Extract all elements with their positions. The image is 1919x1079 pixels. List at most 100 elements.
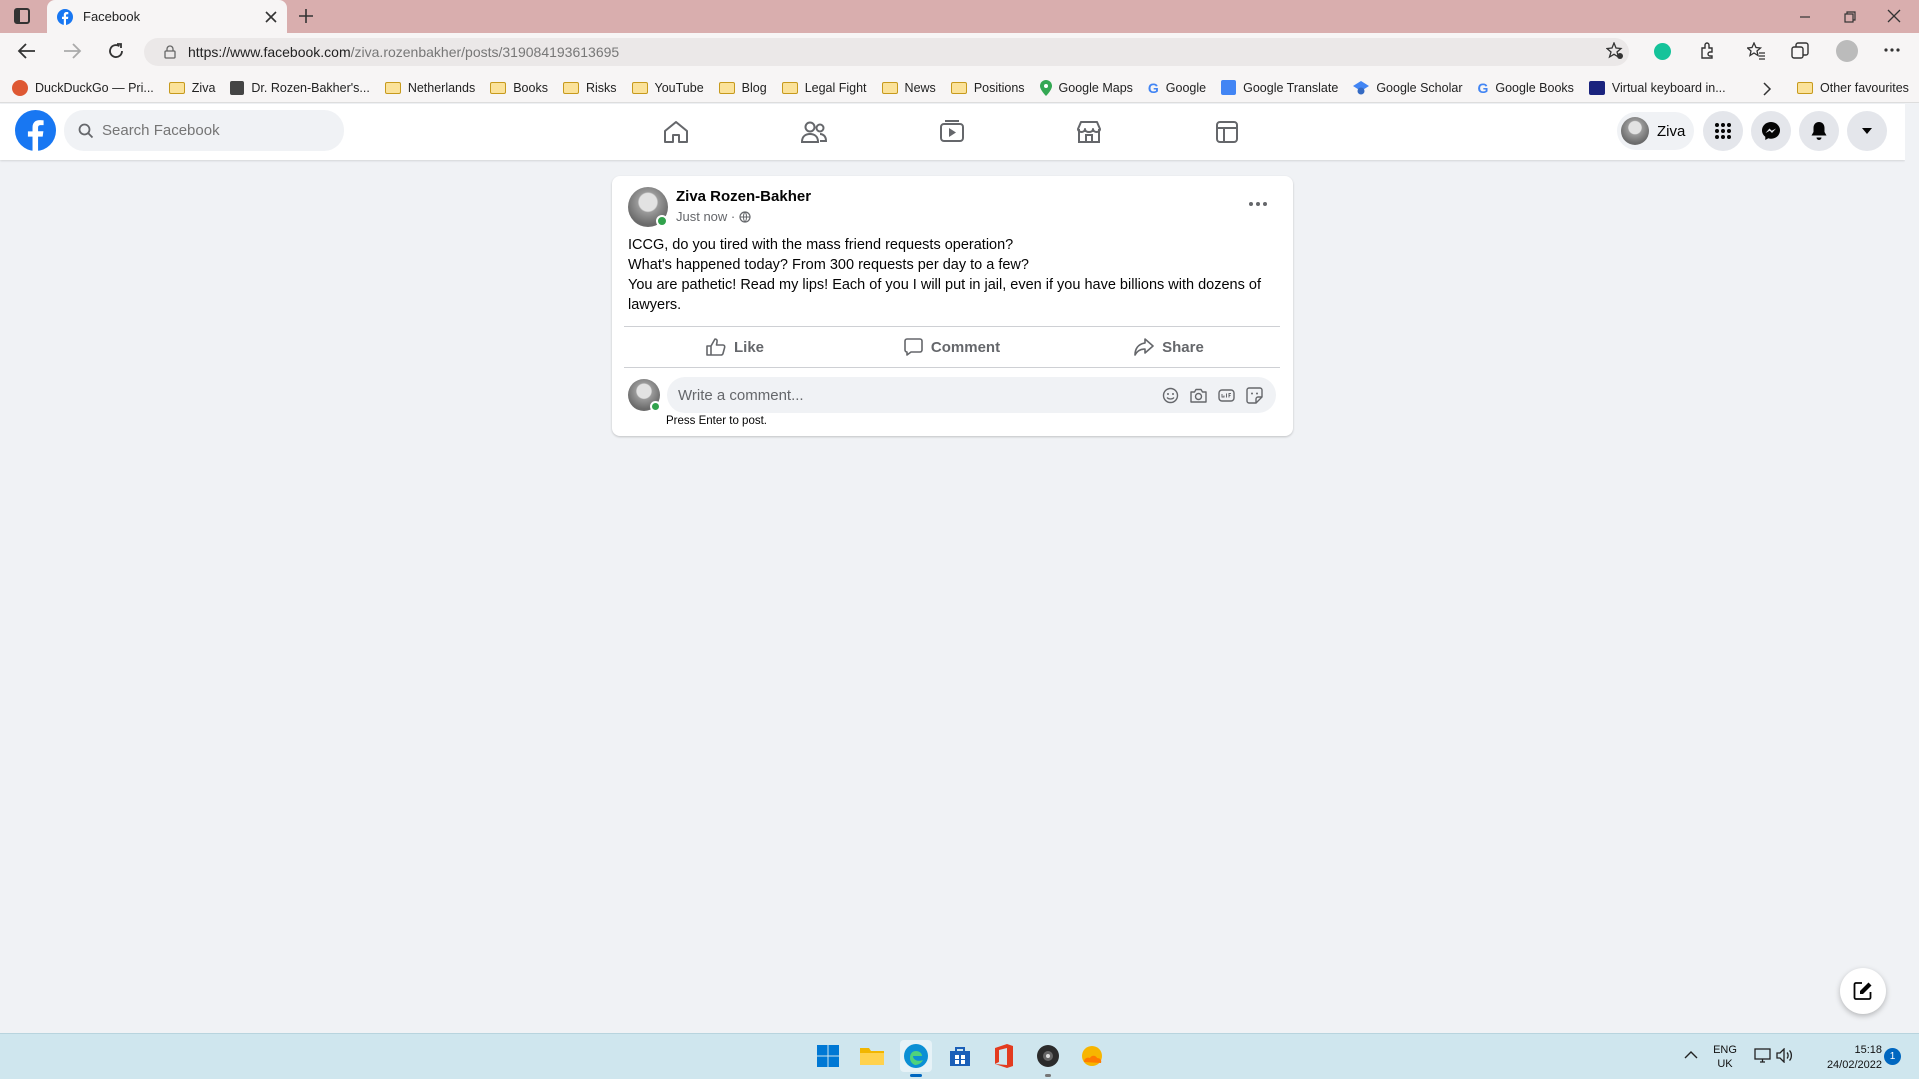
grammarly-extension-icon[interactable] [1654, 43, 1671, 60]
network-icon[interactable] [1754, 1048, 1771, 1063]
bookmark-news[interactable]: News [881, 81, 936, 95]
post-time[interactable]: Just now · [676, 209, 735, 224]
bookmark-blog[interactable]: Blog [718, 81, 767, 95]
sun-cloud-icon [1082, 1046, 1102, 1066]
favourites-icon[interactable] [1747, 42, 1765, 60]
globe-icon[interactable] [739, 210, 751, 223]
like-button[interactable]: Like [628, 330, 842, 364]
online-indicator [656, 215, 668, 227]
folder-icon [490, 81, 507, 94]
tab-actions-icon[interactable] [14, 8, 30, 24]
share-button[interactable]: Share [1062, 330, 1276, 364]
comment-input[interactable] [678, 386, 1148, 404]
bookmark-youtube[interactable]: YouTube [631, 81, 704, 95]
bookmark-books[interactable]: Books [490, 81, 548, 95]
notification-badge[interactable]: 1 [1884, 1048, 1901, 1065]
office-icon [995, 1044, 1013, 1068]
office-button[interactable] [988, 1040, 1020, 1072]
tray-chevron-up-icon[interactable] [1684, 1050, 1698, 1059]
edge-button[interactable] [900, 1040, 932, 1072]
sticker-icon[interactable] [1246, 386, 1263, 404]
comment-icon [904, 338, 923, 356]
bookmark-google-scholar[interactable]: Google Scholar [1353, 80, 1462, 95]
back-icon[interactable] [17, 42, 37, 60]
bookmark-duckduckgo[interactable]: DuckDuckGo — Pri... [12, 79, 154, 96]
page-scrollbar[interactable] [1905, 104, 1919, 1033]
forward-icon[interactable] [62, 42, 82, 60]
add-favourite-icon[interactable] [1606, 42, 1624, 60]
comment-button[interactable]: Comment [845, 330, 1059, 364]
bookmark-legal-fight[interactable]: Legal Fight [781, 81, 867, 95]
notifications-button[interactable] [1799, 111, 1839, 151]
post-author-name[interactable]: Ziva Rozen-Bakher [676, 188, 811, 205]
menu-button[interactable] [1703, 111, 1743, 151]
nav-groups[interactable] [1171, 112, 1283, 152]
folder-icon [860, 1048, 884, 1065]
messenger-button[interactable] [1751, 111, 1791, 151]
address-bar[interactable]: https://www.facebook.com/ziva.rozenbakhe… [144, 38, 1629, 66]
bookmark-google-maps[interactable]: Google Maps [1039, 79, 1133, 96]
google-icon: G [1147, 79, 1159, 96]
nav-watch[interactable] [896, 112, 1008, 152]
bookmark-google[interactable]: G Google [1148, 80, 1206, 96]
weather-app-button[interactable] [1076, 1040, 1108, 1072]
clock[interactable]: 15:18 24/02/2022 [1806, 1043, 1882, 1073]
bookmark-positions[interactable]: Positions [950, 81, 1025, 95]
file-explorer-button[interactable] [856, 1040, 888, 1072]
camera-icon[interactable] [1190, 388, 1207, 403]
restore-icon[interactable] [1843, 10, 1857, 24]
refresh-icon[interactable] [106, 41, 126, 61]
extensions-icon[interactable] [1698, 42, 1716, 60]
new-message-button[interactable] [1840, 968, 1886, 1014]
facebook-logo-icon[interactable] [15, 110, 56, 151]
folder-icon [631, 81, 648, 94]
volume-icon[interactable] [1776, 1048, 1794, 1063]
nav-friends[interactable] [758, 112, 870, 152]
settings-more-icon[interactable] [1884, 48, 1900, 52]
duckduckgo-icon [12, 79, 28, 96]
browser-profile-avatar[interactable] [1836, 40, 1858, 62]
comment-box[interactable] [667, 377, 1276, 413]
language-indicator[interactable]: ENG UK [1712, 1043, 1738, 1071]
media-app-button[interactable] [1032, 1040, 1064, 1072]
folder-icon [718, 81, 735, 94]
emoji-icon[interactable] [1162, 387, 1179, 404]
browser-tab-facebook[interactable]: Facebook [47, 0, 287, 33]
search-input[interactable] [102, 122, 302, 139]
new-tab-icon[interactable] [297, 7, 315, 25]
bookmark-ziva[interactable]: Ziva [168, 81, 215, 95]
bookmark-risks[interactable]: Risks [562, 81, 617, 95]
thumbs-up-icon [706, 338, 726, 356]
nav-home[interactable] [620, 112, 732, 152]
friends-icon [800, 121, 828, 143]
bookmark-dr-rozen-bakher[interactable]: Dr. Rozen-Bakher's... [230, 80, 370, 95]
bookmark-other-favourites[interactable]: Other favourites [1797, 81, 1909, 95]
bookmark-virtual-keyboard[interactable]: Virtual keyboard in... [1588, 80, 1726, 95]
account-button[interactable] [1847, 111, 1887, 151]
gif-icon[interactable] [1218, 388, 1235, 403]
close-window-icon[interactable] [1887, 9, 1901, 23]
lock-icon[interactable] [164, 45, 176, 59]
minimize-icon[interactable] [1798, 10, 1812, 24]
nav-marketplace[interactable] [1033, 112, 1145, 152]
bookmark-google-books[interactable]: G Google Books [1477, 80, 1573, 96]
facebook-search[interactable] [64, 110, 344, 151]
profile-shortcut[interactable]: Ziva [1617, 112, 1694, 150]
collections-icon[interactable] [1791, 42, 1809, 60]
folder-icon [950, 81, 967, 94]
bookmark-google-translate[interactable]: Google Translate [1221, 80, 1338, 95]
avatar [1621, 117, 1649, 145]
close-tab-icon[interactable] [265, 10, 277, 23]
post-line: What's happened today? From 300 requests… [628, 257, 1029, 273]
keyboard-icon [1588, 80, 1605, 95]
marketplace-icon [1077, 121, 1101, 143]
folder-icon [1797, 82, 1813, 94]
grid-menu-icon [1715, 123, 1731, 139]
facebook-favicon-icon [57, 8, 73, 25]
more-options-icon[interactable] [1249, 202, 1267, 206]
bookmark-netherlands[interactable]: Netherlands [384, 81, 475, 95]
gaming-icon [1216, 121, 1238, 143]
start-button[interactable] [812, 1040, 844, 1072]
store-button[interactable] [944, 1040, 976, 1072]
chevron-right-icon[interactable] [1762, 82, 1772, 96]
